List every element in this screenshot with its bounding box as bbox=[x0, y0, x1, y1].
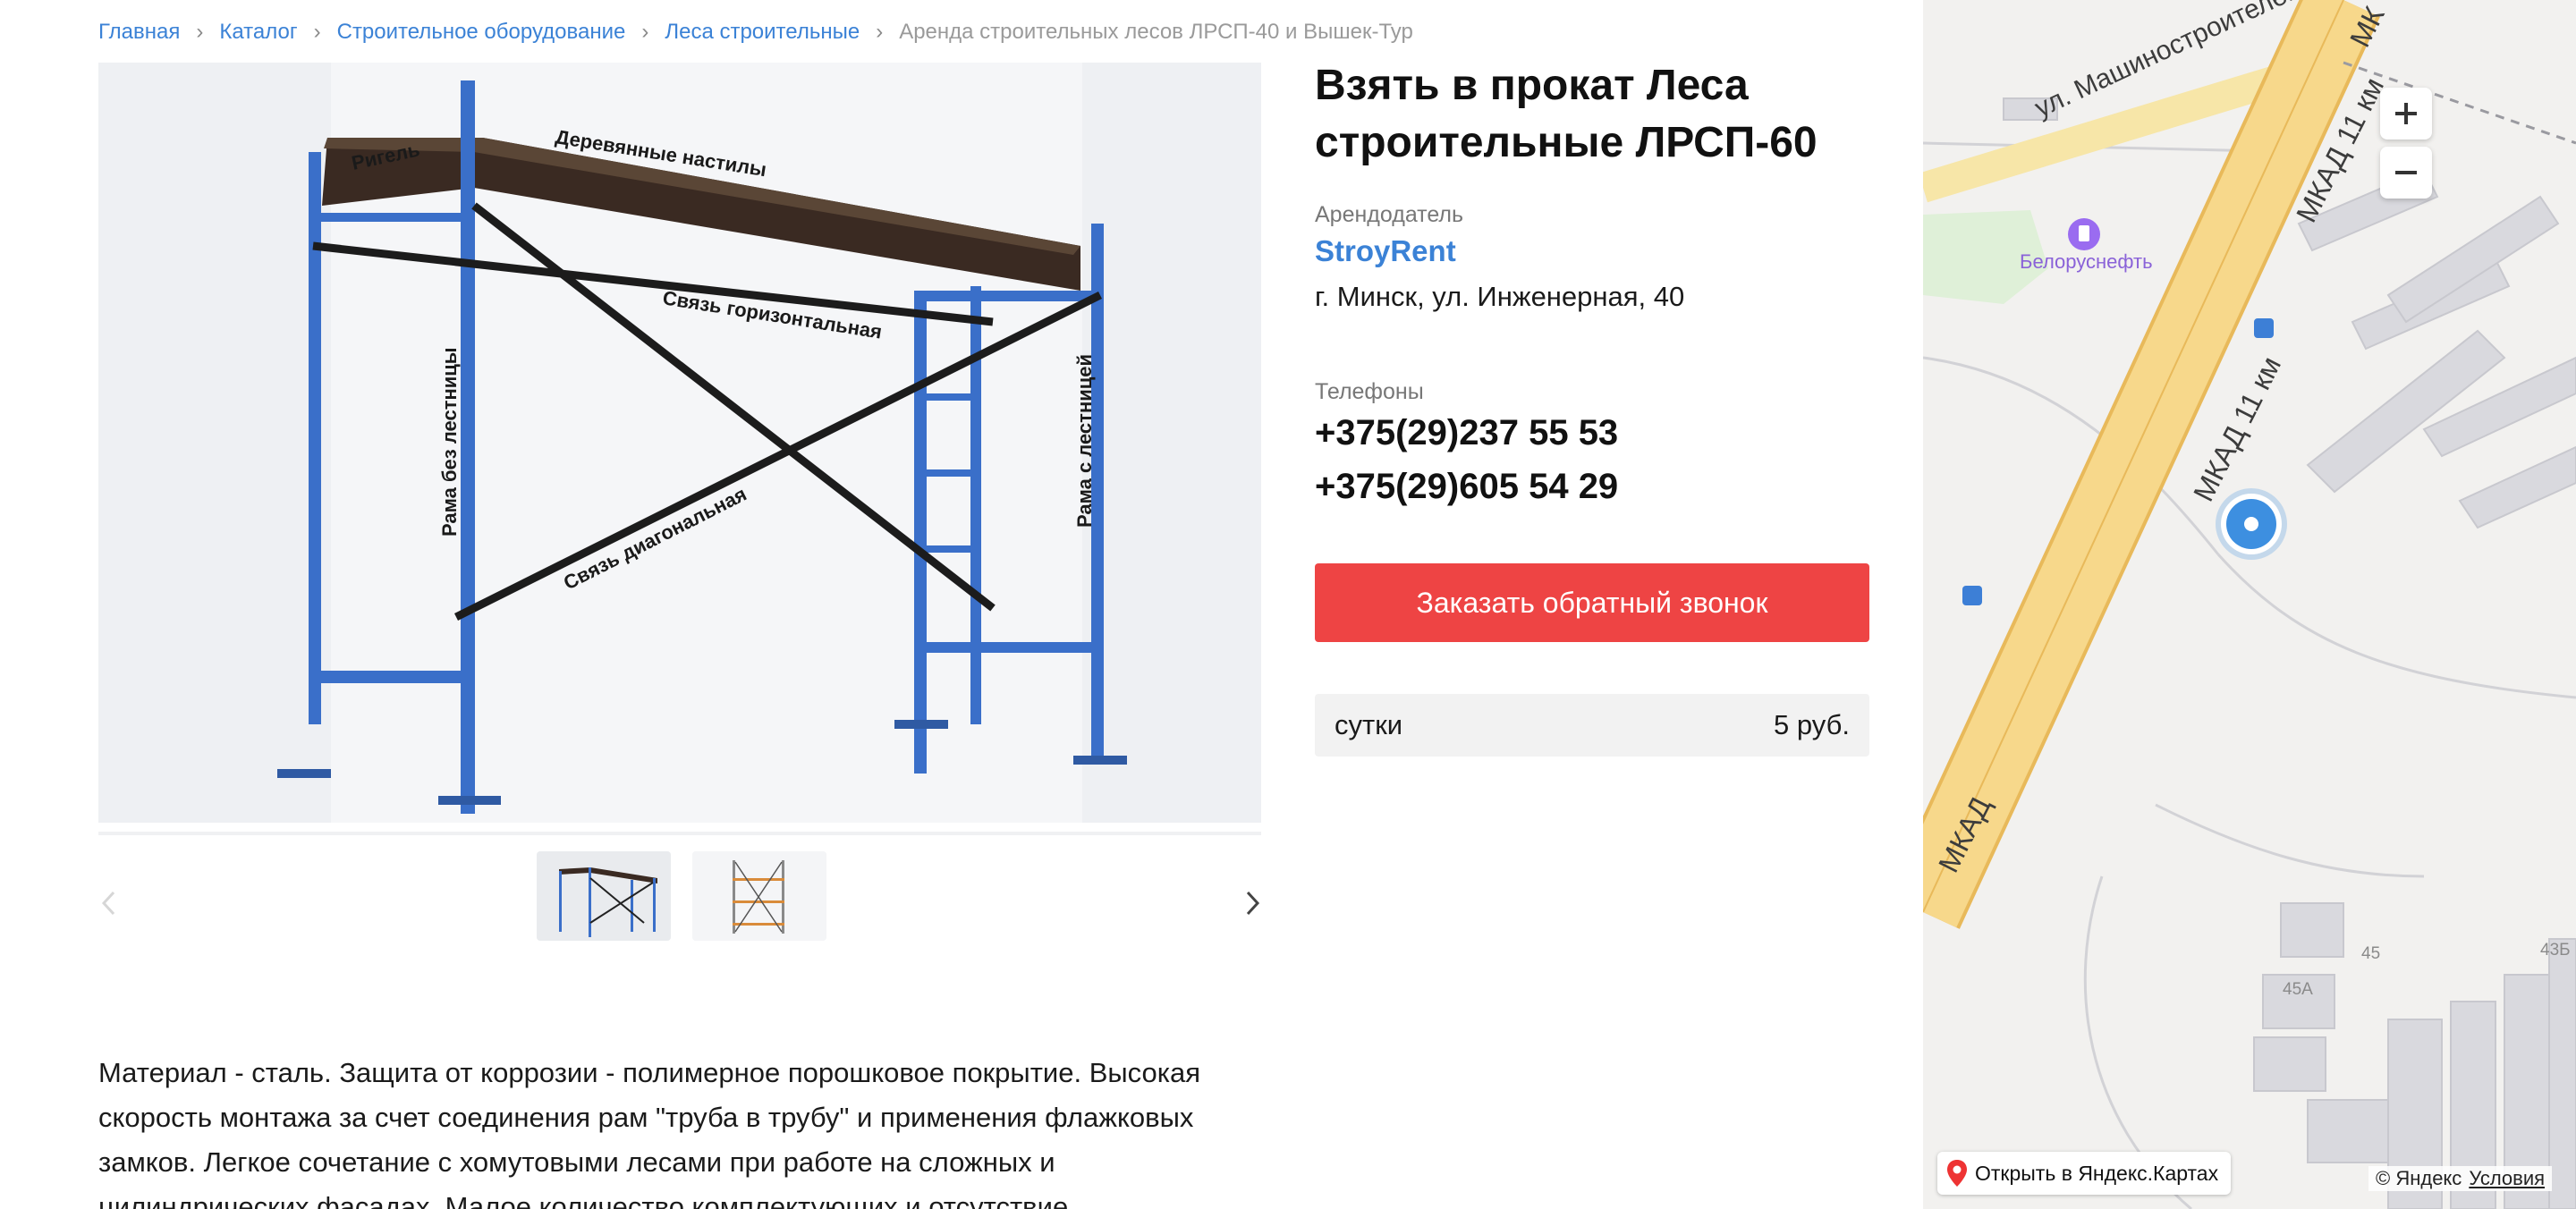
map-widget[interactable]: ул. Машиностроителей МКАД 11 км МКАД 11 … bbox=[1923, 0, 2576, 1209]
price-row: сутки 5 руб. bbox=[1315, 694, 1869, 757]
minus-icon bbox=[2395, 171, 2417, 174]
map-pin-icon bbox=[1947, 1160, 1967, 1187]
breadcrumb-catalog[interactable]: Каталог bbox=[219, 20, 297, 45]
bus-stop-icon bbox=[2254, 318, 2274, 338]
breadcrumb-current: Аренда строительных лесов ЛРСП-40 и Выше… bbox=[899, 20, 1413, 44]
callback-button[interactable]: Заказать обратный звонок bbox=[1315, 563, 1869, 642]
label-frame-no-ladder: Рама без лестницы bbox=[438, 347, 461, 537]
thumbnail-scaffold-image bbox=[537, 851, 671, 941]
breadcrumb-construction-equipment[interactable]: Строительное оборудование bbox=[337, 20, 626, 45]
gallery-next-button[interactable] bbox=[1234, 885, 1270, 921]
phones-label: Телефоны bbox=[1315, 379, 1424, 404]
breadcrumb: Главная › Каталог › Строительное оборудо… bbox=[98, 18, 1413, 46]
breadcrumb-scaffolding[interactable]: Леса строительные bbox=[665, 20, 860, 45]
building-number: 45 bbox=[2361, 944, 2381, 963]
price-amount: 5 руб. bbox=[1774, 709, 1850, 740]
landlord-label: Арендодатель bbox=[1315, 202, 1464, 227]
breadcrumb-separator: › bbox=[313, 20, 321, 44]
thumbnail-1[interactable] bbox=[537, 851, 671, 941]
product-description: Материал - сталь. Защита от коррозии - п… bbox=[98, 1057, 1201, 1209]
gallery-divider bbox=[98, 832, 1261, 835]
scaffold-illustration: Ригель Деревянные настилы Связь горизонт… bbox=[98, 63, 1261, 823]
breadcrumb-home[interactable]: Главная bbox=[98, 20, 180, 45]
product-title: Взять в прокат Леса строительные ЛРСП-60 bbox=[1315, 62, 1818, 166]
map-copyright: © Яндекс Условия bbox=[2368, 1166, 2553, 1191]
landlord-address: г. Минск, ул. Инженерная, 40 bbox=[1315, 281, 1685, 312]
copyright-text: © Яндекс bbox=[2376, 1167, 2462, 1189]
map-zoom-out-button[interactable] bbox=[2380, 147, 2432, 199]
gallery-prev-button[interactable] bbox=[91, 885, 127, 921]
open-in-yandex-maps-label: Открыть в Яндекс.Картах bbox=[1975, 1161, 2219, 1185]
breadcrumb-separator: › bbox=[641, 20, 649, 44]
landlord-name-link[interactable]: StroyRent bbox=[1315, 234, 1456, 268]
breadcrumb-separator: › bbox=[196, 20, 204, 44]
map-tiles bbox=[1923, 0, 2576, 1209]
thumbnail-scaffold-image bbox=[692, 851, 826, 941]
building-number: 45А bbox=[2283, 980, 2313, 999]
label-frame-with-ladder: Рама с лестницей bbox=[1073, 354, 1096, 528]
map-terms-link[interactable]: Условия bbox=[2469, 1167, 2545, 1190]
bus-stop-icon bbox=[1962, 586, 1982, 605]
chevron-left-icon bbox=[101, 891, 115, 916]
map-zoom-in-button[interactable] bbox=[2380, 88, 2432, 140]
chevron-right-icon bbox=[1246, 891, 1260, 916]
product-main-image[interactable]: Ригель Деревянные настилы Связь горизонт… bbox=[98, 63, 1261, 823]
poi-label-belorusneft[interactable]: Белоруснефть bbox=[2020, 250, 2153, 274]
phone-link-1[interactable]: +375(29)237 55 53 bbox=[1315, 413, 1618, 453]
plus-icon bbox=[2395, 103, 2417, 124]
price-period: сутки bbox=[1335, 709, 1403, 740]
thumbnail-strip bbox=[537, 851, 826, 941]
phone-link-2[interactable]: +375(29)605 54 29 bbox=[1315, 467, 1618, 507]
thumbnail-2[interactable] bbox=[692, 851, 826, 941]
breadcrumb-separator: › bbox=[876, 20, 884, 44]
building-number: 43Б bbox=[2540, 941, 2571, 960]
open-in-yandex-maps-button[interactable]: Открыть в Яндекс.Картах bbox=[1937, 1152, 2232, 1195]
